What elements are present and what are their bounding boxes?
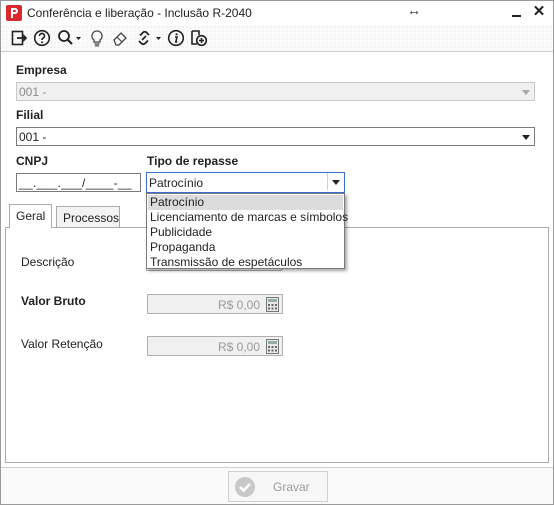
filial-combo[interactable]: 001 -: [16, 127, 535, 146]
close-icon[interactable]: ✕: [531, 4, 547, 20]
dropdown-option[interactable]: Publicidade: [148, 225, 343, 240]
cnpj-label: CNPJ: [16, 154, 49, 168]
window-title: Conferência e liberação - Inclusão R-204…: [27, 6, 252, 20]
gravar-button[interactable]: Gravar: [228, 471, 328, 502]
tab-processos[interactable]: Processos: [56, 206, 120, 228]
link-icon[interactable]: [135, 29, 163, 48]
resize-cursor-icon: ↔: [407, 2, 421, 18]
chevron-down-icon[interactable]: [332, 180, 340, 185]
dialog-window: Conferência e liberação - Inclusão R-204…: [0, 0, 554, 505]
dropdown-option[interactable]: Propaganda: [148, 240, 343, 255]
tipo-repasse-combo[interactable]: Patrocínio: [146, 172, 345, 193]
chevron-down-icon[interactable]: [522, 135, 530, 140]
eraser-icon[interactable]: [111, 29, 129, 48]
dropdown-option[interactable]: Patrocínio: [148, 195, 343, 210]
info-icon[interactable]: [167, 29, 185, 48]
valor-bruto-label: Valor Bruto: [21, 294, 86, 308]
lightbulb-icon[interactable]: [89, 29, 105, 48]
exit-icon[interactable]: [11, 29, 27, 48]
toolbar: [1, 25, 553, 52]
chevron-down-icon: [522, 90, 530, 95]
descricao-label: Descrição: [21, 255, 75, 269]
valor-retencao-value: R$ 0,00: [217, 340, 260, 354]
empresa-label: Empresa: [16, 63, 67, 77]
title-bar[interactable]: Conferência e liberação - Inclusão R-204…: [1, 1, 553, 25]
gravar-label: Gravar: [273, 480, 310, 494]
filial-value: 001 -: [19, 130, 47, 144]
valor-bruto-field[interactable]: R$ 0,00: [147, 294, 283, 314]
empresa-value: 001 -: [19, 85, 47, 99]
minimize-icon[interactable]: [509, 4, 525, 20]
valor-retencao-label: Valor Retenção: [21, 337, 103, 351]
add-icon[interactable]: [190, 29, 208, 48]
tipo-repasse-value: Patrocínio: [149, 176, 204, 190]
valor-bruto-value: R$ 0,00: [217, 298, 260, 312]
tab-geral[interactable]: Geral: [9, 204, 52, 228]
dropdown-option[interactable]: Licenciamento de marcas e símbolos: [148, 210, 348, 225]
footer-bar: Gravar: [1, 467, 553, 504]
checkmark-icon: [234, 476, 256, 501]
help-icon[interactable]: [33, 29, 51, 48]
calculator-icon[interactable]: [266, 297, 279, 315]
cnpj-field[interactable]: __.___.___/____-__: [16, 173, 141, 192]
dropdown-option[interactable]: Transmissão de espetáculos: [148, 255, 343, 270]
app-logo-icon: [6, 5, 22, 21]
empresa-combo: 001 -: [16, 82, 535, 101]
tipo-repasse-dropdown-list: Patrocínio Licenciamento de marcas e sím…: [146, 193, 348, 270]
tipo-repasse-label: Tipo de repasse: [147, 154, 239, 168]
cnpj-value: __.___.___/____-__: [19, 176, 132, 190]
calculator-icon[interactable]: [266, 339, 279, 357]
search-icon[interactable]: [57, 29, 83, 48]
valor-retencao-field[interactable]: R$ 0,00: [147, 336, 283, 356]
filial-label: Filial: [16, 108, 44, 122]
